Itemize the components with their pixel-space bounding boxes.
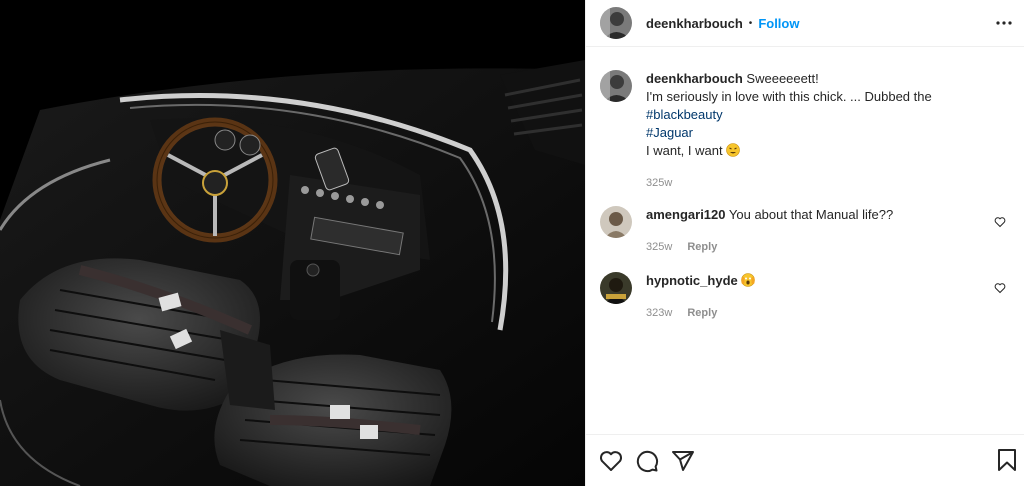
comment-text: amengari120 You about that Manual life??…: [646, 206, 1008, 256]
comment-icon[interactable]: [634, 448, 660, 474]
avatar-image: [600, 206, 632, 238]
comment-body: You about that Manual life??: [728, 207, 894, 222]
caption-line1: Sweeeeeett!: [746, 71, 819, 86]
reply-button[interactable]: Reply: [687, 241, 717, 253]
screaming-face-emoji-icon: [741, 273, 756, 287]
caption-author-avatar[interactable]: [600, 70, 632, 102]
comment-username[interactable]: amengari120: [646, 207, 726, 222]
heart-icon[interactable]: [994, 216, 1006, 228]
hashtag-jaguar[interactable]: #Jaguar: [646, 125, 693, 140]
comment-username[interactable]: hypnotic_hyde: [646, 273, 738, 288]
author-avatar[interactable]: [600, 7, 632, 39]
avatar-image: [600, 70, 632, 102]
caption-line2: I'm seriously in love with this chick. .…: [646, 89, 932, 104]
author-username[interactable]: deenkharbouch: [646, 16, 743, 31]
heart-icon[interactable]: [598, 448, 624, 474]
caption-meta: 325w: [646, 174, 980, 192]
comment-meta: 325w Reply: [646, 238, 980, 256]
bookmark-icon[interactable]: [994, 447, 1020, 473]
caption-text: deenkharbouch Sweeeeeett! I'm seriously …: [646, 70, 1008, 192]
caption-line3: I want, I want: [646, 143, 723, 158]
separator-dot: •: [748, 17, 753, 29]
comments-section: deenkharbouch Sweeeeeett! I'm seriously …: [586, 48, 1024, 434]
post-action-bar: [586, 434, 1024, 486]
commenter-avatar[interactable]: [600, 272, 632, 304]
reply-button[interactable]: Reply: [687, 307, 717, 319]
caption-username[interactable]: deenkharbouch: [646, 71, 743, 86]
commenter-avatar[interactable]: [600, 206, 632, 238]
comment-item: amengari120 You about that Manual life??…: [600, 206, 1008, 256]
tired-face-emoji-icon: [726, 143, 741, 157]
comment-timestamp[interactable]: 323w: [646, 307, 672, 319]
comment-meta: 323w Reply: [646, 304, 980, 322]
post-image[interactable]: [0, 0, 585, 486]
post-header: deenkharbouch • Follow: [586, 0, 1024, 47]
avatar-image: [600, 272, 632, 304]
follow-button[interactable]: Follow: [758, 16, 799, 31]
comment-timestamp[interactable]: 325w: [646, 241, 672, 253]
instagram-post: deenkharbouch • Follow deenkharbouch Swe…: [0, 0, 1024, 486]
heart-icon[interactable]: [994, 282, 1006, 294]
paper-plane-icon[interactable]: [670, 448, 696, 474]
car-interior-illustration: [0, 0, 585, 486]
hashtag-blackbeauty[interactable]: #blackbeauty: [646, 107, 723, 122]
avatar-image: [600, 7, 632, 39]
comment-text: hypnotic_hyde 323w Reply: [646, 272, 1008, 322]
more-options-icon[interactable]: [994, 13, 1014, 33]
caption-timestamp[interactable]: 325w: [646, 177, 672, 189]
post-caption: deenkharbouch Sweeeeeett! I'm seriously …: [600, 70, 1008, 192]
post-sidebar: deenkharbouch • Follow deenkharbouch Swe…: [585, 0, 1024, 486]
comment-item: hypnotic_hyde 323w Reply: [600, 272, 1008, 322]
